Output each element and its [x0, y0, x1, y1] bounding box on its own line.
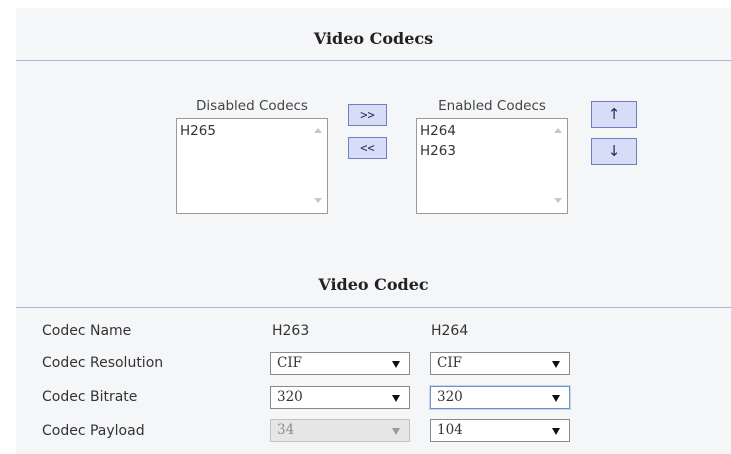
h263-resolution-value: CIF: [277, 355, 303, 371]
move-down-button[interactable]: ↓: [591, 138, 637, 165]
move-up-button[interactable]: ↑: [591, 101, 637, 128]
video-codec-title: Video Codec: [318, 275, 429, 294]
h264-column-header: H264: [431, 323, 469, 339]
arrow-up-icon: ↑: [607, 105, 621, 123]
h264-bitrate-select[interactable]: 320: [430, 386, 570, 409]
disabled-codec-item[interactable]: H265: [179, 121, 305, 141]
dropdown-arrow-icon: [392, 395, 400, 402]
video-codecs-title: Video Codecs: [313, 29, 434, 48]
arrow-down-icon: ↓: [607, 142, 621, 160]
h263-payload-value: 34: [277, 422, 295, 438]
video-codec-divider: [16, 307, 731, 308]
h264-bitrate-value: 320: [437, 389, 463, 405]
codec-resolution-label: Codec Resolution: [42, 355, 164, 371]
h263-resolution-select[interactable]: CIF: [270, 352, 410, 375]
h263-bitrate-select[interactable]: 320: [270, 386, 410, 409]
disabled-codecs-listbox[interactable]: H265: [176, 118, 328, 214]
h264-payload-select[interactable]: 104: [430, 419, 570, 442]
dropdown-arrow-icon: [392, 428, 400, 435]
h263-payload-select: 34: [270, 419, 410, 442]
h263-bitrate-value: 320: [277, 389, 303, 405]
h264-resolution-select[interactable]: CIF: [430, 352, 570, 375]
dropdown-arrow-icon: [552, 361, 560, 368]
dropdown-arrow-icon: [392, 361, 400, 368]
scroll-up-arrow-icon[interactable]: [314, 128, 322, 133]
h263-column-header: H263: [272, 323, 310, 339]
scroll-up-arrow-icon[interactable]: [554, 128, 562, 133]
disabled-codecs-caption: Disabled Codecs: [196, 98, 308, 114]
h264-payload-value: 104: [437, 422, 463, 438]
dropdown-arrow-icon: [552, 395, 560, 402]
disabled-codecs-scrollbar[interactable]: [309, 119, 327, 213]
video-codecs-divider: [16, 60, 731, 61]
codec-bitrate-label: Codec Bitrate: [42, 389, 138, 405]
enabled-codecs-scrollbar[interactable]: [549, 119, 567, 213]
disable-codec-button[interactable]: <<: [348, 137, 387, 159]
dropdown-arrow-icon: [552, 428, 560, 435]
scroll-down-arrow-icon[interactable]: [314, 198, 322, 203]
scroll-down-arrow-icon[interactable]: [554, 198, 562, 203]
enabled-codecs-listbox[interactable]: H264 H263: [416, 118, 568, 214]
enabled-codecs-caption: Enabled Codecs: [438, 98, 546, 114]
codec-name-label: Codec Name: [42, 323, 132, 339]
enabled-codec-item[interactable]: H263: [419, 141, 545, 161]
h264-resolution-value: CIF: [437, 355, 463, 371]
enabled-codec-item[interactable]: H264: [419, 121, 545, 141]
enable-codec-button[interactable]: >>: [348, 104, 387, 126]
codec-payload-label: Codec Payload: [42, 423, 145, 439]
